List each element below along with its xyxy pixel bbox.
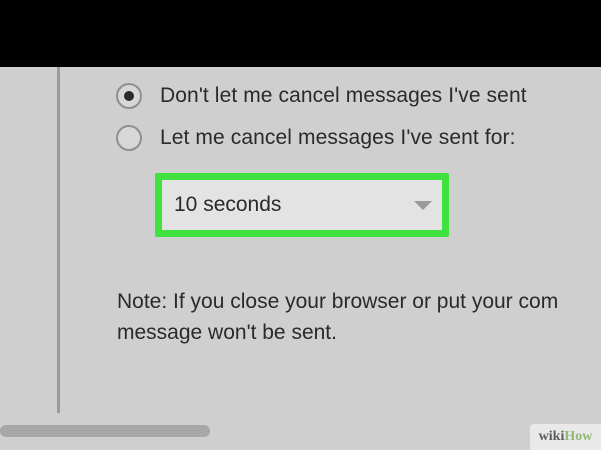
radio-selected-dot (124, 91, 134, 101)
chevron-down-icon[interactable] (414, 201, 432, 210)
settings-panel: Don't let me cancel messages I've sent L… (0, 67, 601, 450)
top-black-band (0, 0, 601, 67)
cancel-period-dropdown[interactable]: 10 seconds (162, 180, 442, 230)
note-line-1: Note: If you close your browser or put y… (117, 290, 559, 313)
option-dont-cancel[interactable]: Don't let me cancel messages I've sent (116, 80, 527, 112)
option-cancel-for[interactable]: Let me cancel messages I've sent for: (116, 122, 516, 154)
radio-dont-cancel[interactable] (116, 83, 142, 109)
dropdown-selected-value: 10 seconds (174, 193, 282, 216)
option-cancel-for-label: Let me cancel messages I've sent for: (160, 126, 516, 149)
note-text: Note: If you close your browser or put y… (117, 286, 601, 348)
scrollbar-thumb[interactable] (0, 425, 210, 437)
note-line-2: message won't be sent. (117, 321, 337, 344)
wikihow-watermark: wiki How (530, 424, 601, 450)
option-dont-cancel-label: Don't let me cancel messages I've sent (160, 84, 527, 107)
dropdown-highlight-box: 10 seconds (155, 173, 449, 237)
watermark-wiki: wiki (538, 429, 565, 444)
horizontal-scrollbar[interactable] (0, 425, 601, 437)
watermark-how: How (564, 429, 593, 444)
radio-cancel-for[interactable] (116, 125, 142, 151)
left-divider (57, 67, 60, 413)
